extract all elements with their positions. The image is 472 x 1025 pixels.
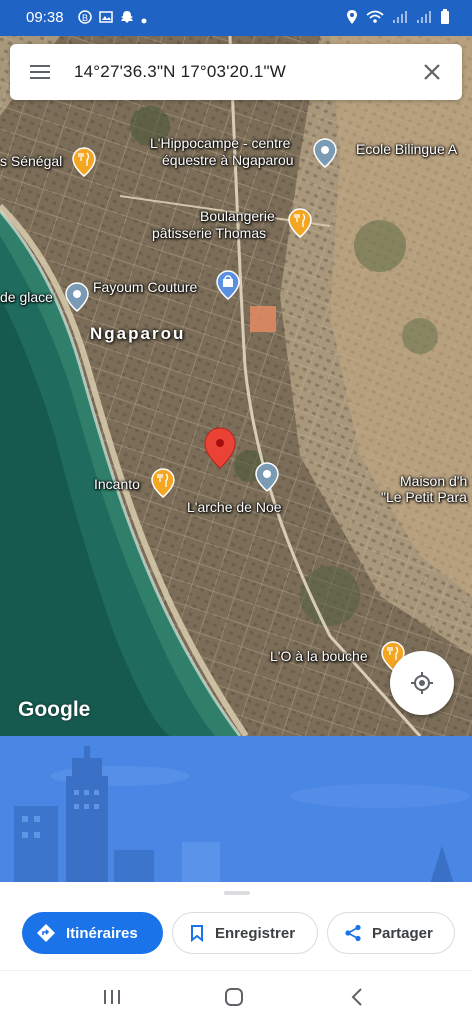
image-notification-icon — [99, 10, 113, 29]
save-button[interactable]: Enregistrer — [172, 912, 318, 954]
search-bar[interactable]: 14°27'36.3"N 17°03'20.1"W — [10, 44, 462, 100]
satellite-map[interactable]: s Sénégal L'Hippocampe - centre équestre… — [0, 36, 472, 736]
place-label[interactable]: L'O à la bouche — [270, 648, 368, 664]
place-pin-icon[interactable] — [313, 138, 337, 168]
bakery-pin-icon[interactable] — [288, 208, 312, 238]
place-label[interactable]: Maison d'h — [400, 473, 467, 489]
place-label[interactable]: Incanto — [94, 476, 140, 492]
save-label: Enregistrer — [215, 924, 296, 942]
wifi-icon — [366, 10, 384, 29]
notification-b-icon: B — [78, 10, 92, 29]
place-label[interactable]: "Le Petit Para — [381, 489, 467, 505]
bookmark-icon — [191, 925, 203, 942]
location-icon — [346, 9, 358, 30]
signal-icon-1 — [392, 10, 408, 29]
back-icon[interactable] — [348, 987, 368, 1012]
battery-icon — [440, 9, 450, 30]
share-icon — [345, 924, 361, 942]
place-label[interactable]: Boulangerie — [200, 208, 275, 224]
share-label: Partager — [372, 924, 433, 942]
directions-label: Itinéraires — [66, 924, 138, 942]
place-pin-icon[interactable] — [255, 462, 279, 492]
directions-icon — [37, 924, 55, 942]
area-label: Ngaparou — [90, 324, 186, 343]
place-label[interactable]: pâtisserie Thomas — [152, 225, 266, 241]
street-view-placeholder — [0, 736, 472, 884]
place-label[interactable]: Ecole Bilingue A — [356, 141, 457, 157]
close-icon[interactable] — [420, 60, 444, 84]
dot-icon — [141, 11, 147, 29]
place-label[interactable]: L'arche de Noe — [187, 499, 282, 515]
restaurant-pin-icon[interactable] — [151, 468, 175, 498]
place-label[interactable]: équestre à Ngaparou — [162, 152, 294, 168]
status-time: 09:38 — [26, 9, 64, 26]
city-illustration — [0, 736, 472, 884]
system-nav-bar — [0, 970, 472, 1025]
status-bar: 09:38 B — [0, 0, 472, 36]
shopping-pin-icon[interactable] — [216, 270, 240, 300]
place-label[interactable]: s Sénégal — [0, 153, 62, 169]
coordinates-text[interactable]: 14°27'36.3"N 17°03'20.1"W — [74, 62, 286, 82]
signal-icon-2 — [416, 10, 432, 29]
place-pin-icon[interactable] — [65, 282, 89, 312]
google-logo: Google — [18, 698, 91, 721]
recent-apps-icon[interactable] — [102, 987, 122, 1012]
drag-handle[interactable] — [224, 891, 250, 895]
svg-text:B: B — [82, 13, 88, 23]
place-label[interactable]: de glace — [0, 289, 53, 305]
my-location-button[interactable] — [390, 651, 454, 715]
snapchat-icon — [120, 10, 134, 29]
directions-button[interactable]: Itinéraires — [22, 912, 163, 954]
restaurant-pin-icon[interactable] — [72, 147, 96, 177]
place-label[interactable]: Fayoum Couture — [93, 279, 197, 295]
share-button[interactable]: Partager — [327, 912, 455, 954]
home-icon[interactable] — [224, 987, 244, 1012]
menu-icon[interactable] — [28, 60, 54, 84]
place-label[interactable]: L'Hippocampe - centre — [150, 135, 290, 151]
crosshair-icon — [411, 672, 433, 694]
